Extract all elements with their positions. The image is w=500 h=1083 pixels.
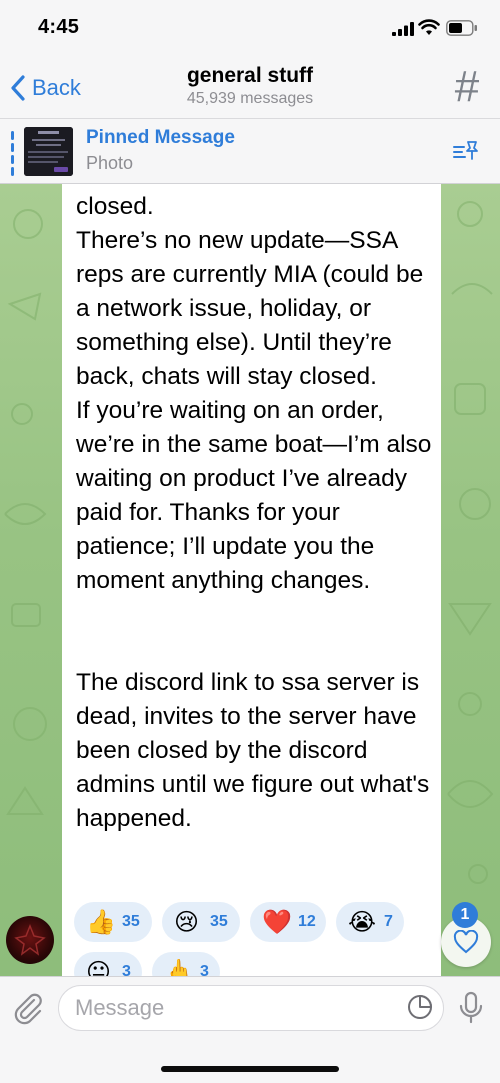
pinned-list-icon[interactable] [452,139,480,163]
pinned-message-bar[interactable]: Pinned Message Photo [0,118,500,184]
paperclip-icon[interactable] [12,991,44,1025]
battery-icon [446,20,478,36]
reaction-red-heart[interactable]: ❤️ 12 [250,902,326,942]
reaction-loudly-crying-face[interactable]: 😭 7 [336,902,404,942]
navigation-bar: Back general stuff 45,939 messages # [0,56,500,118]
sticker-icon[interactable] [406,993,434,1021]
top-bar: 4:45 Back general stuff 45,939 messages … [0,0,500,118]
sender-avatar[interactable] [6,916,54,964]
crying-face-icon: 😢 [174,908,200,936]
pinned-title: Pinned Message [86,127,235,148]
reaction-count: 12 [298,913,316,930]
reaction-thumbs-up[interactable]: 👍 35 [74,902,152,942]
message-text: closed. There’s no new update—SSA reps a… [76,193,432,832]
message-count: 45,939 messages [186,90,314,107]
loudly-crying-face-icon: 😭 [348,908,377,936]
message-bubble[interactable]: closed. There’s no new update—SSA reps a… [62,184,441,976]
chat-background[interactable]: closed. There’s no new update—SSA reps a… [0,184,500,976]
status-time: 4:45 [38,16,80,38]
reaction-crying-face[interactable]: 😢 35 [162,902,240,942]
chat-title: general stuff [186,64,314,87]
home-indicator [161,1066,339,1072]
cellular-signal-icon [392,22,414,36]
reaction-neutral-face[interactable]: 😐 3 [74,952,142,976]
pinned-indicator [11,131,14,176]
thumbs-up-icon: 👍 [86,908,116,936]
status-bar: 4:45 [0,0,500,56]
channel-hash-icon[interactable]: # [446,65,488,109]
chevron-left-icon [10,74,26,102]
reaction-middle-finger[interactable]: 🖕 3 [152,952,220,976]
red-heart-icon: ❤️ [262,908,292,936]
back-label: Back [32,75,81,100]
chat-title-block[interactable]: general stuff 45,939 messages [100,64,400,109]
reaction-count: 7 [384,913,393,930]
back-button[interactable]: Back [10,72,81,104]
pinned-subtitle: Photo [86,153,134,173]
reaction-count: 3 [122,963,131,976]
pinned-photo-thumbnail [24,127,73,176]
middle-finger-icon: 🖕 [164,958,194,977]
microphone-icon[interactable] [458,991,484,1025]
unread-reactions-badge: 1 [452,902,478,928]
reaction-count: 3 [200,963,209,976]
reaction-count: 35 [122,913,140,930]
neutral-face-icon: 😐 [86,958,112,977]
reaction-count: 35 [210,913,228,930]
message-input[interactable] [75,992,395,1024]
wifi-icon [418,18,440,36]
heart-icon [453,930,479,954]
message-input-wrapper [58,985,444,1031]
